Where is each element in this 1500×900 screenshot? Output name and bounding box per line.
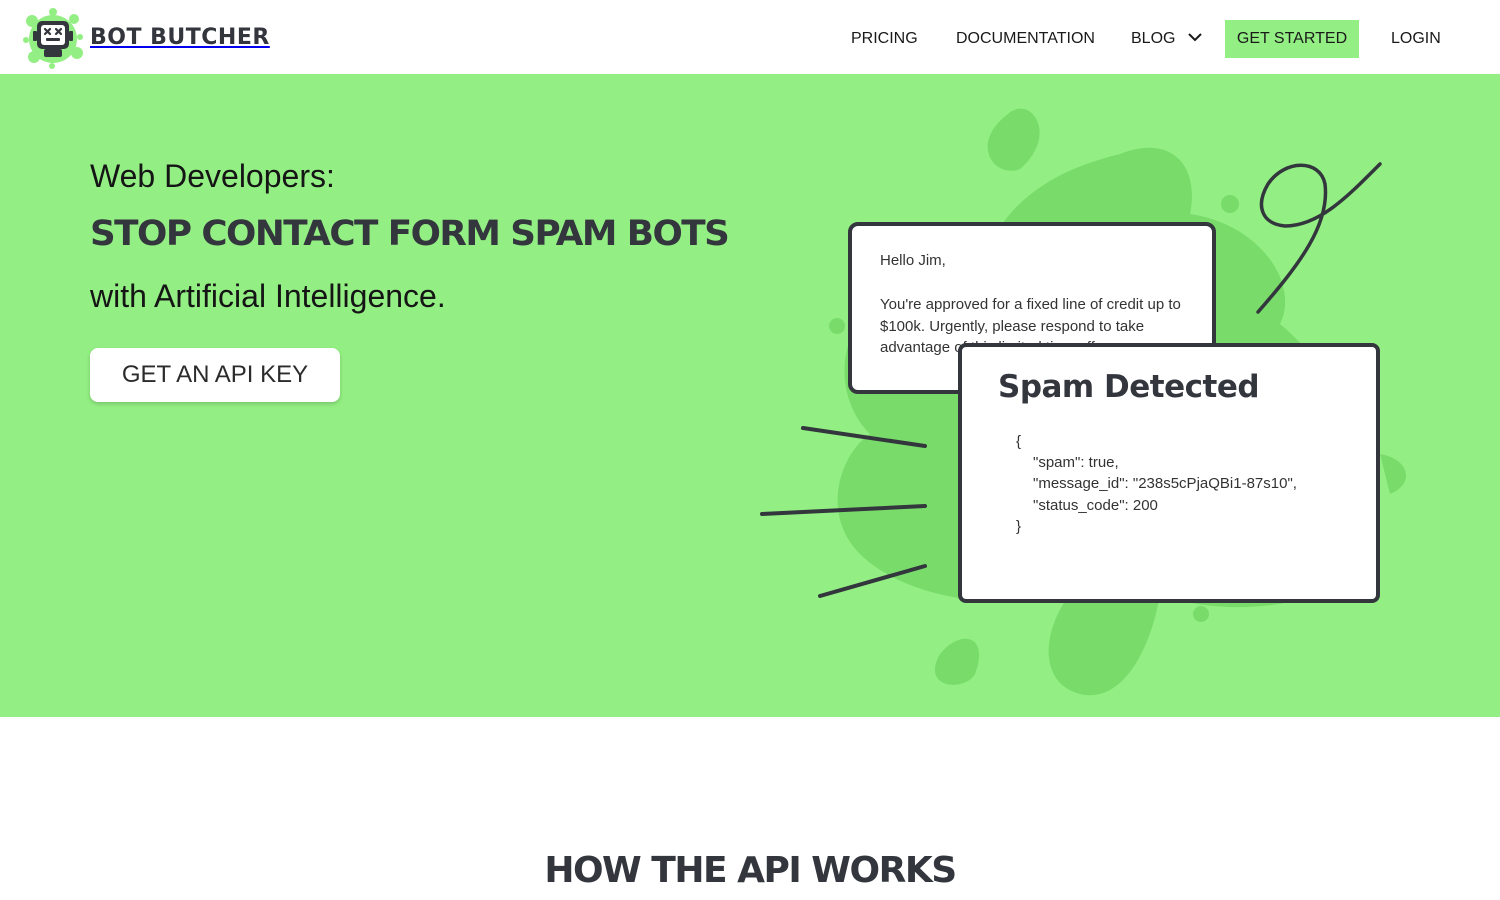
json-line: "spam": true, bbox=[1033, 454, 1119, 471]
json-line: "message_id": "238s5cPjaQBi1-87s10", bbox=[1033, 475, 1297, 492]
nav-blog-label: BLOG bbox=[1131, 30, 1176, 47]
nav-login[interactable]: LOGIN bbox=[1391, 20, 1441, 58]
hero-title: STOP CONTACT FORM SPAM BOTS bbox=[90, 214, 730, 254]
site-header: BOT BUTCHER PRICING DOCUMENTATION BLOG G… bbox=[0, 0, 1500, 74]
spam-result-card: Spam Detected { "spam": true, "message_i… bbox=[958, 343, 1380, 603]
hero-section: Web Developers: STOP CONTACT FORM SPAM B… bbox=[0, 74, 1500, 717]
chevron-down-icon bbox=[1188, 33, 1202, 42]
email-greeting: Hello Jim, bbox=[880, 252, 946, 269]
how-api-works-heading: HOW THE API WORKS bbox=[544, 850, 957, 891]
hero-subtitle: with Artificial Intelligence. bbox=[90, 278, 446, 314]
get-api-key-button[interactable]: GET AN API KEY bbox=[90, 348, 340, 402]
get-started-button[interactable]: GET STARTED bbox=[1225, 20, 1359, 58]
json-line: "status_code": 200 bbox=[1033, 497, 1158, 514]
json-line: { bbox=[1016, 433, 1022, 450]
nav-pricing[interactable]: PRICING bbox=[851, 20, 918, 58]
result-title: Spam Detected bbox=[998, 369, 1260, 405]
nav-blog[interactable]: BLOG bbox=[1131, 20, 1202, 58]
json-line: } bbox=[1016, 518, 1022, 535]
hero-kicker: Web Developers: bbox=[90, 158, 335, 194]
main-nav: PRICING DOCUMENTATION BLOG GET STARTED L… bbox=[0, 20, 1500, 58]
nav-documentation[interactable]: DOCUMENTATION bbox=[956, 20, 1095, 58]
